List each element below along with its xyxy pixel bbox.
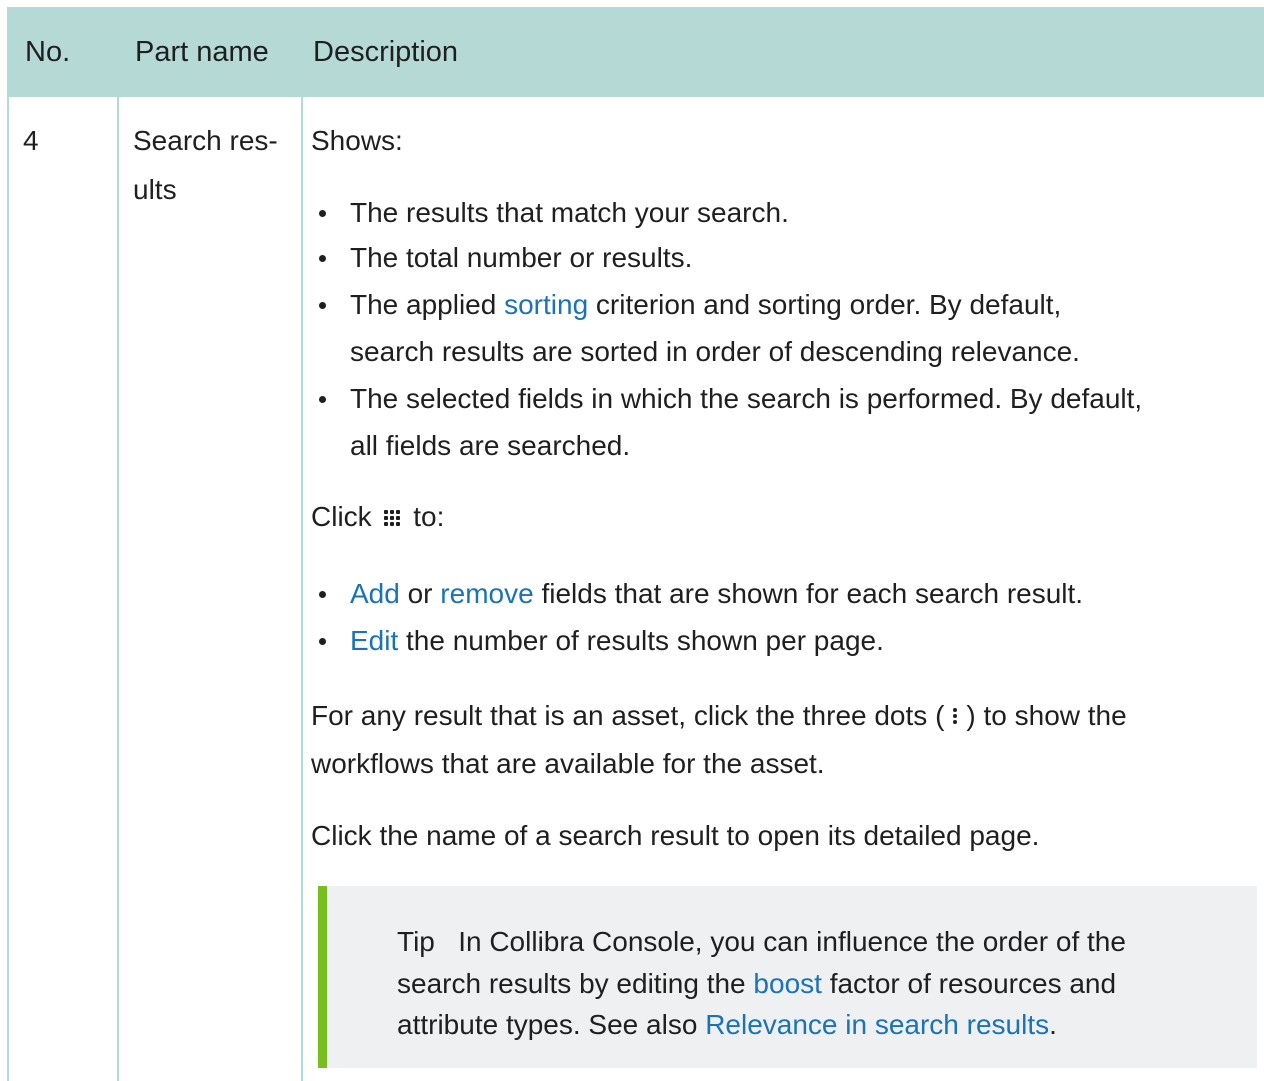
asset-text: For any result that is an asset, click t… <box>311 700 945 731</box>
header-no: No. <box>25 36 71 68</box>
tip-line2: search results by editing the boost fact… <box>397 969 1116 999</box>
asset-paragraph-line1: For any result that is an asset, click t… <box>311 701 1127 731</box>
grid-icon <box>383 507 401 527</box>
click-to-paragraph: Click to: <box>311 502 444 532</box>
list-item: Add or remove fields that are shown for … <box>319 578 1084 609</box>
bullet-dot <box>319 638 326 645</box>
tip-line1: Tip In Collibra Console, you can influen… <box>397 927 1126 957</box>
more-vertical-icon <box>950 705 960 727</box>
part-name-line1: Search res- <box>133 125 278 156</box>
header-part-name: Part name <box>135 36 269 68</box>
list-item: The applied sorting criterion and sortin… <box>319 289 1062 320</box>
edit-link[interactable]: Edit <box>350 625 398 656</box>
click-name-paragraph: Click the name of a search result to ope… <box>311 820 1040 851</box>
table-border-left <box>7 7 9 1081</box>
to-text: to: <box>413 501 445 532</box>
tip-text: search results by editing the <box>397 968 754 999</box>
remove-link[interactable]: remove <box>440 578 533 609</box>
click-text: Click <box>311 501 372 532</box>
tip-text: attribute types. See also <box>397 1009 706 1040</box>
add-link[interactable]: Add <box>350 578 400 609</box>
list-item-continuation: search results are sorted in order of de… <box>350 336 1080 367</box>
relevance-link[interactable]: Relevance in search results <box>705 1009 1049 1040</box>
tip-callout: Tip In Collibra Console, you can influen… <box>318 886 1257 1068</box>
column-divider-2 <box>301 97 303 1081</box>
parts-table: No. Part name Description 4 Search res- … <box>7 7 1264 1081</box>
tip-text: . <box>1049 1009 1057 1040</box>
asset-text: ) to show the <box>966 700 1127 731</box>
column-divider-1 <box>117 97 119 1081</box>
table-header-row: No. Part name Description <box>7 7 1264 97</box>
list-item-text: or <box>399 578 441 609</box>
tip-text: factor of resources and <box>821 968 1117 999</box>
part-name-line2: ults <box>133 174 177 205</box>
bullet-dot <box>319 396 326 403</box>
list-item-text: The selected fields in which the search … <box>350 383 1143 414</box>
sorting-link[interactable]: sorting <box>504 289 588 320</box>
list-item-text: criterion and sorting order. By default, <box>588 289 1062 320</box>
list-item-text: the number of results shown per page. <box>398 625 884 656</box>
list-item-text: The applied <box>350 289 505 320</box>
bullet-dot <box>319 302 326 309</box>
row-number: 4 <box>23 125 39 156</box>
list-item: Edit the number of results shown per pag… <box>319 625 884 656</box>
list-item-text: The results that match your search. <box>350 197 789 228</box>
list-item: The results that match your search. <box>319 197 789 228</box>
tip-text: In Collibra Console, you can influence t… <box>458 926 1126 957</box>
bullet-dot <box>319 591 326 598</box>
header-description: Description <box>313 36 459 68</box>
tip-label: Tip <box>397 926 435 957</box>
list-item: The total number or results. <box>319 242 693 273</box>
boost-link[interactable]: boost <box>753 968 822 999</box>
list-item-text: fields that are shown for each search re… <box>533 578 1084 609</box>
list-item-text: The total number or results. <box>350 242 693 273</box>
tip-accent-bar <box>318 886 327 1068</box>
list-item-continuation: all fields are searched. <box>350 430 631 461</box>
shows-label: Shows: <box>311 125 403 156</box>
bullet-dot <box>319 210 326 217</box>
list-item: The selected fields in which the search … <box>319 383 1143 414</box>
asset-paragraph-line2: workflows that are available for the ass… <box>311 748 825 779</box>
bullet-dot <box>319 255 326 262</box>
tip-line3: attribute types. See also Relevance in s… <box>397 1010 1057 1040</box>
